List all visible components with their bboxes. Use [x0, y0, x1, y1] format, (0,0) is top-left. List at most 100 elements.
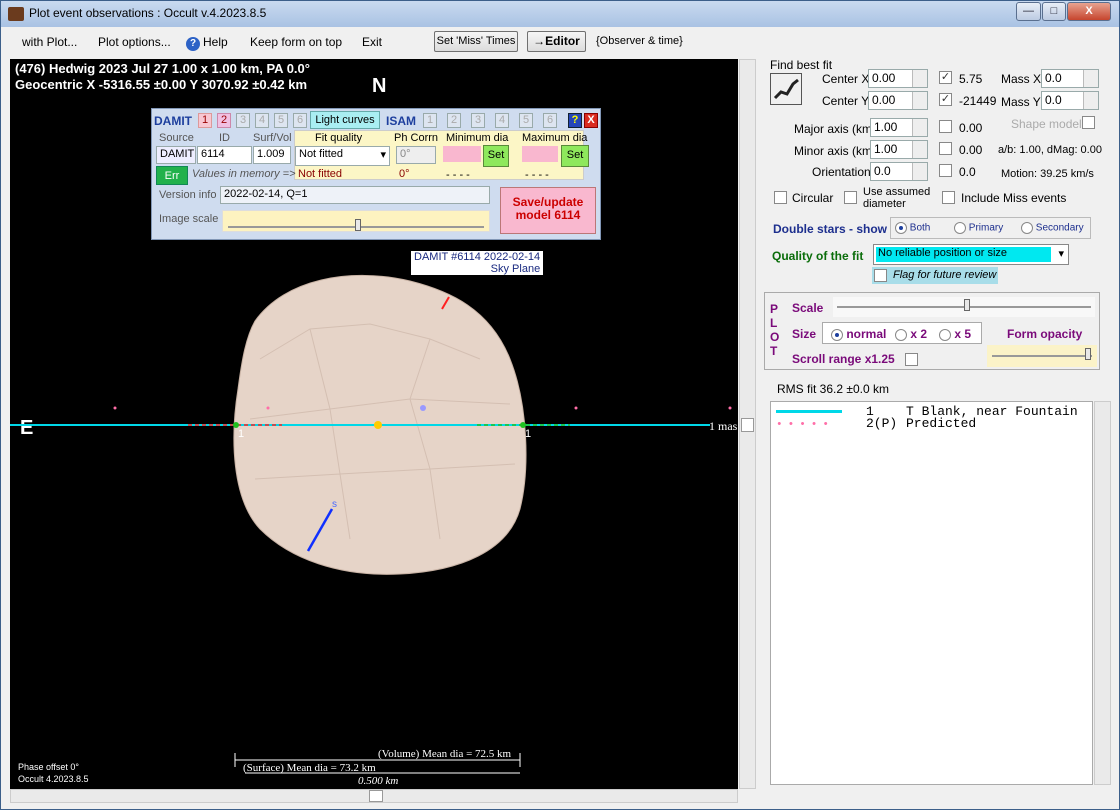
mem-min-value: - - - - — [446, 169, 470, 181]
observer-legend: 1 T Blank, near Fountain ••••• 2(P) Pred… — [770, 401, 1093, 785]
quality-fit-select[interactable]: No reliable position or size ▾ — [873, 244, 1069, 265]
form-opacity-label: Form opacity — [1007, 327, 1083, 341]
south-label: s — [332, 499, 337, 510]
scroll-range-checkbox[interactable] — [905, 353, 918, 366]
major-axis-input[interactable]: 1.00 — [870, 118, 928, 137]
slider-thumb[interactable] — [355, 219, 361, 231]
radio-primary-dot — [954, 222, 966, 234]
damit-model-6[interactable]: 6 — [293, 113, 307, 128]
center-x-input[interactable]: 0.00 — [868, 69, 928, 88]
err-button[interactable]: Err — [156, 166, 188, 185]
minor-axis-checkbox[interactable] — [939, 142, 952, 155]
close-button[interactable]: X — [1067, 2, 1111, 21]
damit-close-button[interactable]: X — [584, 113, 598, 128]
fit-quality-select[interactable]: Not fitted ▾ — [295, 146, 390, 166]
isam-model-1[interactable]: 1 — [423, 113, 437, 128]
isam-model-6[interactable]: 6 — [543, 113, 557, 128]
max-dia-header: Maximum dia — [522, 132, 588, 144]
radio-secondary[interactable]: Secondary — [1021, 222, 1084, 234]
model-title: DAMIT #6114 2022-02-14 — [414, 251, 541, 263]
set-miss-times-button[interactable]: Set 'Miss' Times — [434, 31, 518, 52]
plot-canvas[interactable]: (476) Hedwig 2023 Jul 27 1.00 x 1.00 km,… — [10, 59, 738, 789]
isam-model-2[interactable]: 2 — [447, 113, 461, 128]
center-y-checkbox[interactable]: ✓ — [939, 93, 952, 106]
minor-axis-value: 0.00 — [959, 143, 983, 157]
hscroll-thumb[interactable] — [369, 790, 383, 802]
size-x2-radio[interactable]: x 2 — [895, 327, 927, 341]
scale-label: Scale — [792, 301, 824, 315]
observer-time-label[interactable]: {Observer & time} — [596, 35, 683, 47]
radio-primary[interactable]: Primary — [954, 222, 1003, 234]
sky-plane-label: Sky Plane — [490, 263, 541, 275]
menu-plot-options[interactable]: Plot options... — [98, 35, 171, 49]
ph-corrn-field[interactable]: 0° — [396, 146, 436, 164]
image-scale-slider[interactable] — [222, 210, 490, 232]
radio-primary-label: Primary — [968, 222, 1004, 234]
quality-fit-value: No reliable position or size — [876, 247, 1051, 262]
scale-slider[interactable] — [833, 297, 1095, 317]
size-label: Size — [792, 327, 817, 341]
save-update-model-button[interactable]: Save/update model 6114 — [500, 187, 596, 234]
editor-button[interactable]: →Editor — [527, 31, 586, 52]
set-min-dia-button[interactable]: Set — [483, 145, 509, 167]
damit-model-1[interactable]: 1 — [198, 113, 212, 128]
legend-scrollbar[interactable] — [1094, 401, 1111, 785]
id-header: ID — [219, 132, 230, 144]
light-curves-button[interactable]: Light curves — [310, 111, 380, 129]
center-x-checkbox[interactable]: ✓ — [939, 71, 952, 84]
maximize-button[interactable]: □ — [1042, 2, 1066, 21]
menu-keep-on-top[interactable]: Keep form on top — [250, 35, 342, 49]
include-miss-label: Include Miss events — [961, 191, 1067, 205]
chart-icon — [773, 78, 799, 100]
isam-model-5[interactable]: 5 — [519, 113, 533, 128]
minor-axis-input[interactable]: 1.00 — [870, 140, 928, 159]
opacity-slider-thumb[interactable] — [1085, 348, 1091, 360]
menu-with-plot[interactable]: with Plot... — [22, 35, 77, 49]
minimize-button[interactable]: — — [1016, 2, 1041, 21]
min-dia-field[interactable] — [443, 146, 481, 162]
damit-model-2[interactable]: 2 — [217, 113, 231, 128]
include-miss-checkbox[interactable] — [942, 191, 955, 204]
size-x5-label: x 5 — [954, 327, 972, 341]
size-x5-radio[interactable]: x 5 — [939, 327, 971, 341]
id-field[interactable]: 6114 — [197, 146, 252, 164]
shape-model-checkbox[interactable] — [1082, 116, 1095, 129]
orientation-checkbox[interactable] — [939, 164, 952, 177]
flag-review-checkbox[interactable] — [874, 269, 887, 282]
best-fit-button[interactable] — [770, 73, 802, 105]
set-max-dia-button[interactable]: Set — [561, 145, 589, 167]
scroll-range-label: Scroll range x1.25 — [792, 352, 895, 366]
version-info-field[interactable]: 2022-02-14, Q=1 — [220, 186, 490, 204]
mass-x-input[interactable]: 0.0 — [1041, 69, 1099, 88]
orientation-input[interactable]: 0.0 — [870, 162, 928, 181]
size-normal-radio[interactable]: normal — [831, 327, 886, 341]
damit-help-button[interactable]: ? — [568, 113, 582, 128]
legend-line-observed — [776, 410, 842, 413]
damit-model-4[interactable]: 4 — [255, 113, 269, 128]
damit-model-3[interactable]: 3 — [236, 113, 250, 128]
scale-slider-thumb[interactable] — [964, 299, 970, 311]
plot-horizontal-scrollbar[interactable] — [10, 789, 738, 803]
damit-model-5[interactable]: 5 — [274, 113, 288, 128]
major-axis-checkbox[interactable] — [939, 120, 952, 133]
radio-both-dot — [895, 222, 907, 234]
double-stars-label: Double stars - show — [773, 222, 888, 236]
isam-model-3[interactable]: 3 — [471, 113, 485, 128]
isam-model-4[interactable]: 4 — [495, 113, 509, 128]
shape-model-label: Shape model — [1011, 117, 1082, 131]
center-y-input[interactable]: 0.00 — [868, 91, 928, 110]
plot-vertical-scrollbar[interactable] — [739, 59, 756, 789]
use-assumed-checkbox[interactable] — [844, 191, 857, 204]
form-opacity-slider[interactable] — [987, 345, 1097, 367]
circular-checkbox[interactable] — [774, 191, 787, 204]
radio-both[interactable]: Both — [895, 222, 930, 234]
max-dia-field[interactable] — [522, 146, 558, 162]
radio-secondary-label: Secondary — [1035, 222, 1084, 234]
mass-y-input[interactable]: 0.0 — [1041, 91, 1099, 110]
dropdown-arrow-icon: ▾ — [1058, 248, 1064, 260]
menu-exit[interactable]: Exit — [362, 35, 382, 49]
predicted-center-marker — [420, 405, 426, 411]
menu-help[interactable]: ? Help — [186, 35, 228, 51]
size-normal-dot — [831, 328, 843, 341]
vscroll-thumb[interactable] — [741, 418, 754, 432]
